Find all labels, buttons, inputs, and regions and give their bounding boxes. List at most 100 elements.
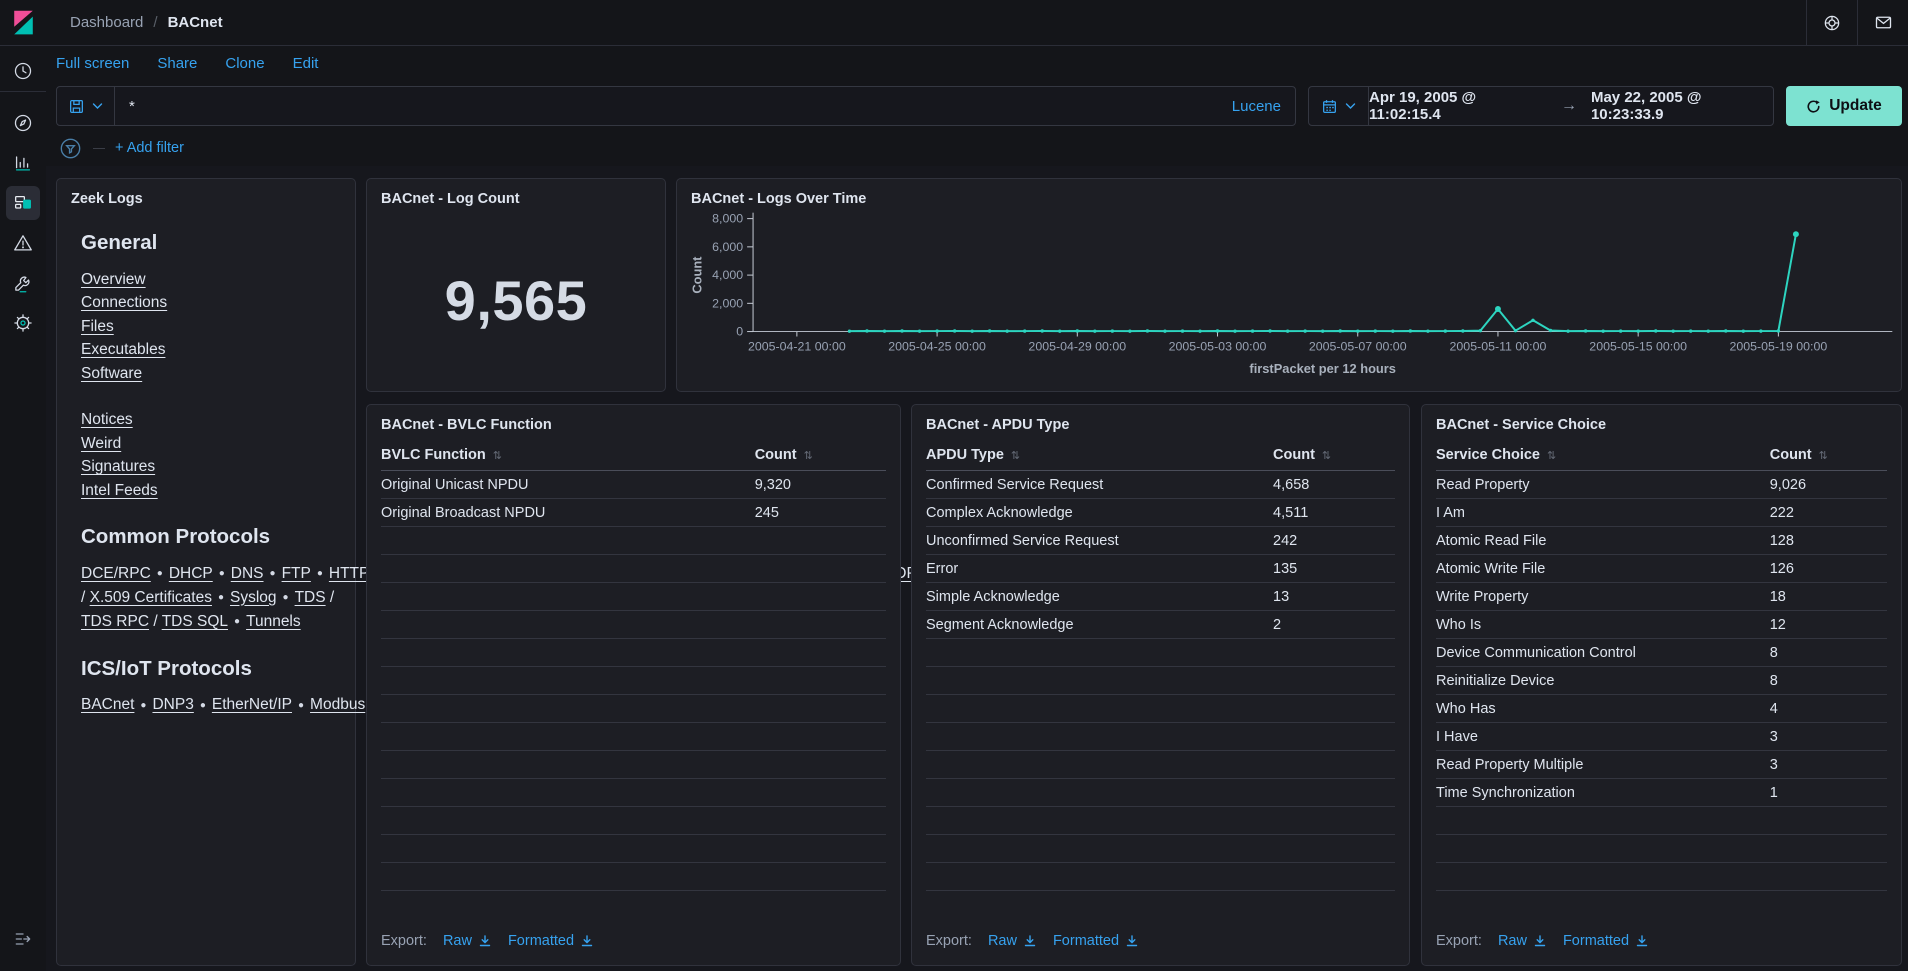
help-button[interactable] <box>1806 0 1857 45</box>
table-row-empty <box>1436 807 1887 835</box>
refresh-icon <box>1806 99 1821 114</box>
count-cell: 9,026 <box>1770 477 1887 493</box>
zeek-nav-link[interactable]: Weird <box>81 435 121 452</box>
term-cell: Original Unicast NPDU <box>381 477 755 493</box>
table-row: Who Has4 <box>1436 695 1887 723</box>
panel-service-choice: BACnet - Service Choice Service Choice⇅C… <box>1421 404 1902 966</box>
term-cell: Segment Acknowledge <box>926 617 1273 633</box>
gear-icon <box>12 312 34 334</box>
markdown-line: Files <box>81 315 335 339</box>
zeek-nav-link[interactable]: Tunnels <box>246 613 301 630</box>
zeek-nav-link[interactable]: TDS SQL <box>162 613 228 630</box>
column-header-count[interactable]: Count⇅ <box>1273 447 1395 463</box>
term-cell: Complex Acknowledge <box>926 505 1273 521</box>
zeek-nav-link[interactable]: X.509 Certificates <box>90 589 212 606</box>
time-range-start[interactable]: Apr 19, 2005 @ 11:02:15.4 <box>1369 89 1547 123</box>
export-raw-link[interactable]: Raw <box>988 933 1037 949</box>
sidebar-item-visualize[interactable] <box>0 143 46 183</box>
breadcrumb-dashboard-link[interactable]: Dashboard <box>70 14 143 31</box>
column-header-count[interactable]: Count⇅ <box>755 447 886 463</box>
sidebar-item-dev-tools[interactable] <box>0 263 46 303</box>
saved-query-menu-button[interactable] <box>57 87 115 125</box>
download-icon <box>1533 934 1547 948</box>
logs-over-time-chart[interactable]: 02,0004,0006,0008,0002005-04-21 00:00200… <box>677 179 1901 391</box>
zeek-nav-link[interactable]: Connections <box>81 294 167 311</box>
bullet-separator: ● <box>283 592 289 603</box>
zeek-nav-link[interactable]: Syslog <box>230 589 277 606</box>
zeek-nav-link[interactable]: FTP <box>282 565 311 582</box>
zeek-nav-link[interactable]: Files <box>81 318 114 335</box>
menu-full-screen[interactable]: Full screen <box>56 55 129 72</box>
help-life-ring-icon <box>1822 13 1842 33</box>
zeek-nav-link[interactable]: DNS <box>231 565 264 582</box>
markdown-heading: ICS/IoT Protocols <box>81 657 335 681</box>
query-input[interactable]: * <box>115 98 1218 115</box>
zeek-nav-link[interactable]: DHCP <box>169 565 213 582</box>
markdown-line: Connections <box>81 291 335 315</box>
zeek-nav-link[interactable]: Intel Feeds <box>81 482 158 499</box>
bullet-separator: ● <box>219 568 225 579</box>
table-row-empty <box>381 555 886 583</box>
sidebar-item-alerts[interactable] <box>0 223 46 263</box>
table-row: Confirmed Service Request4,658 <box>926 471 1395 499</box>
data-point <box>1128 329 1131 332</box>
zeek-nav-link[interactable]: Modbus <box>310 696 365 713</box>
table-row-empty <box>381 751 886 779</box>
menu-edit[interactable]: Edit <box>293 55 319 72</box>
count-cell: 135 <box>1273 561 1395 577</box>
timepicker-range[interactable]: Apr 19, 2005 @ 11:02:15.4 → May 22, 2005… <box>1369 89 1773 123</box>
sidebar-item-recently-viewed[interactable] <box>0 51 46 91</box>
markdown-line: Overview <box>81 268 335 292</box>
column-header-term[interactable]: Service Choice⇅ <box>1436 447 1770 463</box>
sidebar-divider <box>0 91 46 92</box>
table-row: Who Is12 <box>1436 611 1887 639</box>
time-range-end[interactable]: May 22, 2005 @ 10:23:33.9 <box>1591 89 1773 123</box>
collapse-menu-button[interactable] <box>0 919 46 959</box>
zeek-nav-link[interactable]: Software <box>81 365 142 382</box>
sidebar-item-dashboard[interactable] <box>0 183 46 223</box>
table-row-empty <box>926 807 1395 835</box>
zeek-nav-link[interactable]: DNP3 <box>152 696 193 713</box>
zeek-nav-link[interactable]: Executables <box>81 341 165 358</box>
sidebar-item-discover[interactable] <box>0 103 46 143</box>
column-header-term[interactable]: APDU Type⇅ <box>926 447 1273 463</box>
update-button[interactable]: Update <box>1786 86 1902 126</box>
panel-apdu-type: BACnet - APDU Type APDU Type⇅Count⇅Confi… <box>911 404 1410 966</box>
zeek-nav-link[interactable]: DCE/RPC <box>81 565 151 582</box>
zeek-nav-link[interactable]: Overview <box>81 271 146 288</box>
query-language-button[interactable]: Lucene <box>1218 98 1295 115</box>
filter-options-icon[interactable] <box>58 136 83 161</box>
zeek-nav-link[interactable]: TDS <box>295 589 326 606</box>
bullet-separator: ● <box>218 592 224 603</box>
zeek-nav-link[interactable]: EtherNet/IP <box>212 696 292 713</box>
zeek-nav-link[interactable]: TDS RPC <box>81 613 149 630</box>
timepicker-calendar-button[interactable] <box>1309 87 1369 125</box>
export-raw-link[interactable]: Raw <box>443 933 492 949</box>
zeek-nav-link[interactable]: Signatures <box>81 458 155 475</box>
markdown-heading: General <box>81 231 335 255</box>
header-actions <box>1806 0 1908 45</box>
x-tick-label: 2005-05-11 00:00 <box>1450 339 1547 353</box>
table-row-empty <box>381 863 886 891</box>
x-axis-title: firstPacket per 12 hours <box>1249 361 1396 376</box>
sidebar-item-management[interactable] <box>0 303 46 343</box>
markdown-line: Notices <box>81 408 335 432</box>
export-formatted-link[interactable]: Formatted <box>1053 933 1139 949</box>
export-formatted-link[interactable]: Formatted <box>508 933 594 949</box>
table-row: I Have3 <box>1436 723 1887 751</box>
zeek-nav-link[interactable]: Notices <box>81 411 133 428</box>
export-raw-link[interactable]: Raw <box>1498 933 1547 949</box>
export-formatted-link[interactable]: Formatted <box>1563 933 1649 949</box>
zeek-nav-link[interactable]: HTTP <box>329 565 369 582</box>
menu-share[interactable]: Share <box>157 55 197 72</box>
add-filter-button[interactable]: + Add filter <box>115 140 184 156</box>
zeek-nav-link[interactable]: BACnet <box>81 696 134 713</box>
kibana-logo[interactable] <box>0 0 46 46</box>
table-row-empty <box>381 807 886 835</box>
column-header-count[interactable]: Count⇅ <box>1770 447 1887 463</box>
column-header-term[interactable]: BVLC Function⇅ <box>381 447 755 463</box>
download-icon <box>580 934 594 948</box>
menu-clone[interactable]: Clone <box>225 55 264 72</box>
newsfeed-button[interactable] <box>1857 0 1908 45</box>
data-point <box>1374 329 1377 332</box>
